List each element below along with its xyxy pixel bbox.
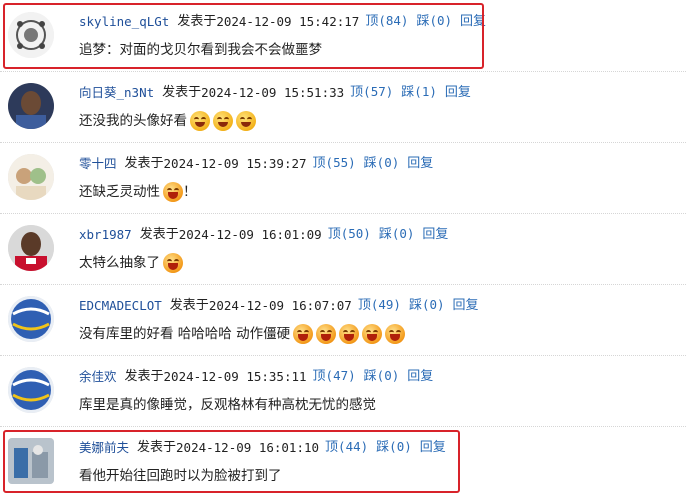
reply-button[interactable]: 回复	[422, 226, 448, 244]
comment-meta: xbr1987 发表于 2024-12-09 16:01:09 顶(50) 踩(…	[79, 225, 448, 244]
posted-label: 发表于	[139, 226, 179, 242]
timestamp: 2024-12-09 16:07:07	[208, 297, 352, 313]
comment-item: 零十四 发表于 2024-12-09 15:39:27 顶(55) 踩(0) 回…	[0, 142, 695, 214]
posted-label: 发表于	[162, 84, 202, 100]
comment-body: 还缺乏灵动性	[79, 184, 160, 200]
reply-button[interactable]: 回复	[445, 84, 471, 102]
user-avatar[interactable]	[8, 367, 54, 413]
smile-emoji-icon	[190, 111, 210, 131]
downvote-label: 踩	[363, 156, 377, 171]
username-link[interactable]: xbr1987	[79, 226, 132, 244]
username-link[interactable]: 零十四	[79, 155, 117, 173]
upvote-label: 顶	[327, 227, 341, 242]
comment-item: 向日葵_n3Nt 发表于 2024-12-09 15:51:33 顶(57) 踩…	[0, 71, 695, 143]
comment-item: xbr1987 发表于 2024-12-09 16:01:09 顶(50) 踩(…	[0, 213, 695, 285]
laugh-emoji-icon	[163, 253, 183, 273]
laugh-emoji-icon	[339, 324, 360, 344]
upvote-count: (57)	[363, 84, 394, 99]
downvote-count: (0)	[391, 226, 415, 241]
laugh-emoji-icon	[163, 182, 183, 202]
upvote-count: (50)	[340, 226, 371, 241]
user-avatar[interactable]	[8, 83, 54, 129]
downvote-button[interactable]: 踩(0)	[409, 296, 445, 315]
comment-item: EDCMADECLOT 发表于 2024-12-09 16:07:07 顶(49…	[0, 284, 695, 356]
comment-text: 还没我的头像好看	[79, 111, 256, 131]
downvote-count: (1)	[414, 84, 437, 99]
comment-body: 库里是真的像睡觉，反观格林有种高枕无忧的感觉	[79, 397, 376, 413]
username-link[interactable]: 向日葵_n3Nt	[79, 84, 154, 102]
upvote-label: 顶	[357, 298, 371, 313]
user-avatar[interactable]	[8, 154, 54, 200]
comment-body: 还没我的头像好看	[79, 113, 187, 129]
reply-button[interactable]: 回复	[453, 297, 479, 315]
comment-meta: 向日葵_n3Nt 发表于 2024-12-09 15:51:33 顶(57) 踩…	[79, 83, 471, 102]
comment-body: 太特么抽象了	[79, 255, 160, 271]
upvote-label: 顶	[350, 85, 364, 100]
downvote-count: (0)	[421, 297, 445, 312]
downvote-label: 踩	[408, 298, 422, 313]
downvote-button[interactable]: 踩(0)	[364, 154, 400, 173]
laugh-emoji-icon	[385, 324, 406, 344]
comment-trailing: ！	[183, 184, 197, 200]
posted-label: 发表于	[169, 297, 209, 313]
downvote-label: 踩	[401, 85, 415, 100]
comment-text: 没有库里的好看 哈哈哈哈 动作僵硬	[79, 324, 406, 344]
player-avatar-icon	[8, 225, 54, 271]
upvote-button[interactable]: 顶(49)	[358, 296, 401, 315]
laugh-emoji-icon	[293, 324, 314, 344]
reply-button[interactable]: 回复	[407, 368, 433, 386]
laugh-emoji-icon	[362, 324, 383, 344]
username-link[interactable]: EDCMADECLOT	[79, 297, 162, 315]
timestamp: 2024-12-09 15:35:11	[163, 368, 307, 384]
laugh-emoji-icon	[316, 324, 337, 344]
comment-item: 余佳欢 发表于 2024-12-09 15:35:11 顶(47) 踩(0) 回…	[0, 355, 695, 427]
comment-text: 还缺乏灵动性 ！	[79, 182, 197, 202]
reply-button[interactable]: 回复	[407, 155, 433, 173]
downvote-label: 踩	[378, 227, 392, 242]
smile-emoji-icon	[213, 111, 233, 131]
smile-emoji-icon	[236, 111, 256, 131]
cartoon-avatar-icon	[8, 154, 54, 200]
downvote-label: 踩	[363, 369, 377, 384]
basketball-avatar-icon	[8, 296, 54, 342]
comment-text: 库里是真的像睡觉，反观格林有种高枕无忧的感觉	[79, 395, 376, 415]
upvote-button[interactable]: 顶(50)	[328, 225, 371, 244]
posted-label: 发表于	[124, 155, 164, 171]
username-link[interactable]: 余佳欢	[79, 368, 117, 386]
user-avatar[interactable]	[8, 296, 54, 342]
upvote-label: 顶	[312, 156, 326, 171]
upvote-button[interactable]: 顶(57)	[350, 83, 393, 102]
upvote-button[interactable]: 顶(47)	[313, 367, 356, 386]
upvote-count: (47)	[325, 368, 356, 383]
comment-meta: 零十四 发表于 2024-12-09 15:39:27 顶(55) 踩(0) 回…	[79, 154, 433, 173]
timestamp: 2024-12-09 15:39:27	[163, 155, 307, 171]
basketball-avatar-icon	[8, 367, 54, 413]
downvote-button[interactable]: 踩(1)	[401, 83, 437, 102]
comment-body: 没有库里的好看 哈哈哈哈 动作僵硬	[79, 326, 291, 342]
upvote-button[interactable]: 顶(55)	[313, 154, 356, 173]
highlight-box	[3, 430, 460, 493]
player-avatar-icon	[8, 83, 54, 129]
downvote-button[interactable]: 踩(0)	[364, 367, 400, 386]
comment-text: 太特么抽象了	[79, 253, 183, 273]
upvote-count: (49)	[370, 297, 401, 312]
posted-label: 发表于	[124, 368, 164, 384]
downvote-count: (0)	[376, 368, 400, 383]
highlight-box	[3, 3, 484, 69]
timestamp: 2024-12-09 16:01:09	[178, 226, 322, 242]
downvote-count: (0)	[376, 155, 400, 170]
user-avatar[interactable]	[8, 225, 54, 271]
comment-meta: 余佳欢 发表于 2024-12-09 15:35:11 顶(47) 踩(0) 回…	[79, 367, 433, 386]
upvote-label: 顶	[312, 369, 326, 384]
comment-meta: EDCMADECLOT 发表于 2024-12-09 16:07:07 顶(49…	[79, 296, 479, 315]
upvote-count: (55)	[325, 155, 356, 170]
timestamp: 2024-12-09 15:51:33	[201, 84, 345, 100]
downvote-button[interactable]: 踩(0)	[379, 225, 415, 244]
